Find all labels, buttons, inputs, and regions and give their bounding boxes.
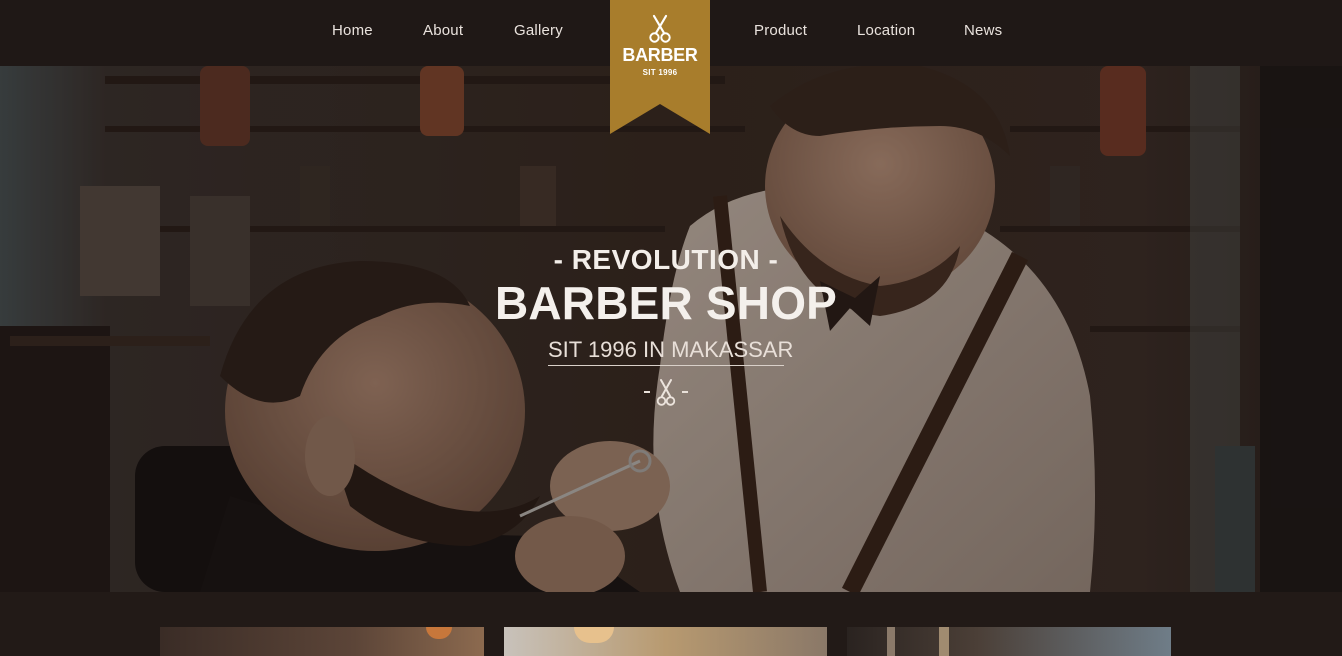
card-image-detail [426, 627, 452, 639]
hero-subtitle: SIT 1996 IN MAKASSAR [548, 337, 793, 366]
hero-section: - REVOLUTION - BARBER SHOP SIT 1996 IN M… [0, 66, 1342, 592]
nav-link-gallery[interactable]: Gallery [514, 22, 563, 39]
scissors-icon [656, 379, 676, 406]
service-card-image[interactable] [160, 627, 484, 656]
service-card-image[interactable] [847, 627, 1171, 656]
nav-link-location[interactable]: Location [857, 22, 915, 39]
hero-divider [644, 378, 688, 408]
scissors-icon [649, 14, 671, 43]
nav-link-home[interactable]: Home [332, 22, 373, 39]
services-section [0, 592, 1342, 656]
logo-subtitle: SIT 1996 [642, 68, 678, 77]
nav-link-about[interactable]: About [423, 22, 463, 39]
card-image-detail [887, 627, 895, 656]
nav-link-product[interactable]: Product [754, 22, 807, 39]
logo-title: BARBER [622, 45, 698, 65]
card-image-detail [939, 627, 949, 656]
hero-kicker: - REVOLUTION - [553, 244, 779, 275]
nav-link-news[interactable]: News [964, 22, 1002, 39]
hero-title: BARBER SHOP [494, 277, 838, 329]
service-card-image[interactable] [504, 627, 827, 656]
divider-dash-left [644, 391, 650, 393]
divider-dash-right [682, 391, 688, 393]
site-logo[interactable]: BARBER SIT 1996 [610, 0, 710, 134]
card-image-detail [574, 627, 614, 643]
